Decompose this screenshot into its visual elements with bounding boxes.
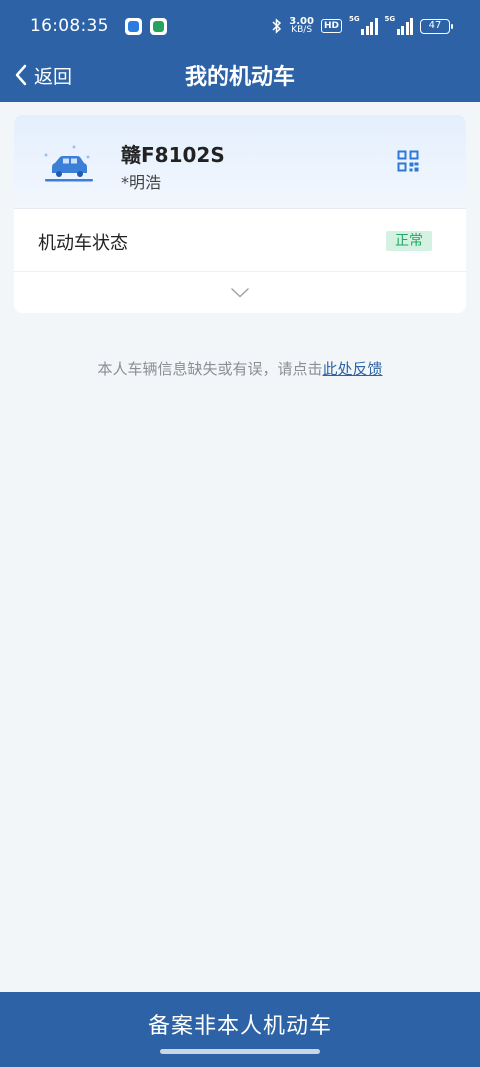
home-indicator[interactable] — [160, 1049, 320, 1054]
app-header: 16:08:35 3.00 KB/S HD 5G 5G 47 返回 我的机动车 — [0, 0, 480, 102]
register-other-vehicle-label: 备案非本人机动车 — [147, 1014, 332, 1039]
notification-icons — [124, 17, 167, 35]
status-badge: 正常 — [386, 231, 432, 251]
hd-voice-icon: HD — [320, 19, 342, 33]
feedback-notice: 本人车辆信息缺失或有误，请点击此处反馈 — [0, 358, 480, 379]
register-other-vehicle-button[interactable]: 备案非本人机动车 — [0, 992, 480, 1067]
signal-icon-sim2: 5G — [385, 15, 413, 35]
expand-button[interactable] — [14, 272, 466, 313]
vehicle-status-row: 机动车状态 正常 — [14, 209, 466, 272]
vehicle-card-header: 赣F8102S *明浩 — [14, 115, 466, 209]
status-bar: 16:08:35 3.00 KB/S HD 5G 5G 47 — [0, 0, 480, 52]
signal-icon-sim1: 5G — [349, 15, 378, 35]
car-icon — [44, 145, 93, 182]
maps-app-icon — [124, 17, 142, 35]
feedback-link[interactable]: 此处反馈 — [323, 360, 383, 378]
battery-icon: 47 — [420, 18, 453, 34]
home-app-icon — [149, 17, 167, 35]
network-speed: 3.00 KB/S — [289, 16, 314, 35]
vehicle-status-label: 机动车状态 — [38, 233, 128, 254]
plate-number: 赣F8102S — [121, 143, 225, 167]
page-title: 我的机动车 — [184, 65, 295, 90]
status-time: 16:08:35 — [30, 16, 109, 36]
chevron-down-icon — [231, 287, 249, 297]
nav-bar: 返回 我的机动车 — [0, 52, 480, 102]
qr-code-icon[interactable] — [397, 150, 419, 172]
feedback-text: 本人车辆信息缺失或有误，请点击 — [97, 360, 323, 378]
owner-name: *明浩 — [121, 173, 162, 192]
bluetooth-icon — [272, 18, 282, 34]
vehicle-card[interactable]: 赣F8102S *明浩 机动车状态 正常 — [14, 115, 466, 313]
status-indicators: 3.00 KB/S HD 5G 5G 47 — [272, 15, 453, 35]
